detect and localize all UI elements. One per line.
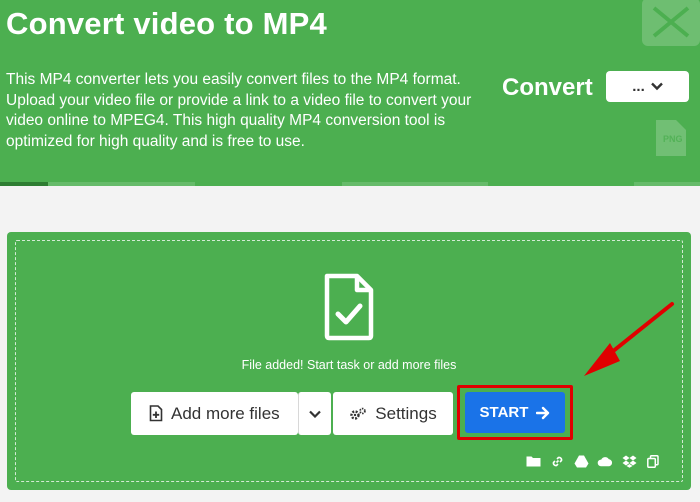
hero-strip-dark — [0, 182, 48, 186]
decorative-video-file-icon — [642, 0, 700, 46]
file-check-icon — [324, 273, 374, 341]
hero-banner: Convert video to MP4 This MP4 converter … — [0, 0, 700, 186]
add-files-dropdown-button[interactable] — [298, 392, 331, 435]
add-more-files-label: Add more files — [171, 403, 280, 423]
format-select-value: ... — [632, 78, 645, 95]
dropbox-icon[interactable] — [621, 454, 637, 468]
chevron-down-icon — [309, 410, 321, 418]
upload-source-icons — [525, 454, 661, 468]
convert-label: Convert — [502, 74, 593, 101]
start-label: START — [479, 404, 529, 421]
annotation-arrow — [584, 302, 674, 376]
google-drive-icon[interactable] — [573, 454, 589, 468]
decorative-png-badge: PNG — [663, 134, 683, 144]
chevron-down-icon — [650, 82, 663, 91]
folder-icon[interactable] — [525, 454, 541, 468]
settings-button[interactable]: Settings — [333, 392, 453, 435]
start-button[interactable]: START — [465, 392, 565, 433]
hero-strip-light-3 — [634, 182, 700, 186]
arrow-right-icon — [536, 406, 550, 419]
add-more-files-button[interactable]: Add more files — [131, 392, 298, 435]
cloud-icon[interactable] — [597, 454, 613, 468]
start-button-highlight: START — [457, 385, 573, 440]
hero-description: This MP4 converter lets you easily conve… — [6, 71, 472, 150]
clipboard-icon[interactable] — [645, 454, 661, 468]
hero-strip-light-1 — [48, 182, 195, 186]
settings-label: Settings — [375, 403, 437, 423]
file-plus-icon — [149, 405, 163, 422]
hero-strip-light-2 — [342, 182, 488, 186]
format-select[interactable]: ... — [606, 71, 689, 102]
page-title: Convert video to MP4 — [6, 6, 327, 41]
gears-icon — [350, 407, 367, 420]
link-icon[interactable] — [549, 454, 565, 468]
